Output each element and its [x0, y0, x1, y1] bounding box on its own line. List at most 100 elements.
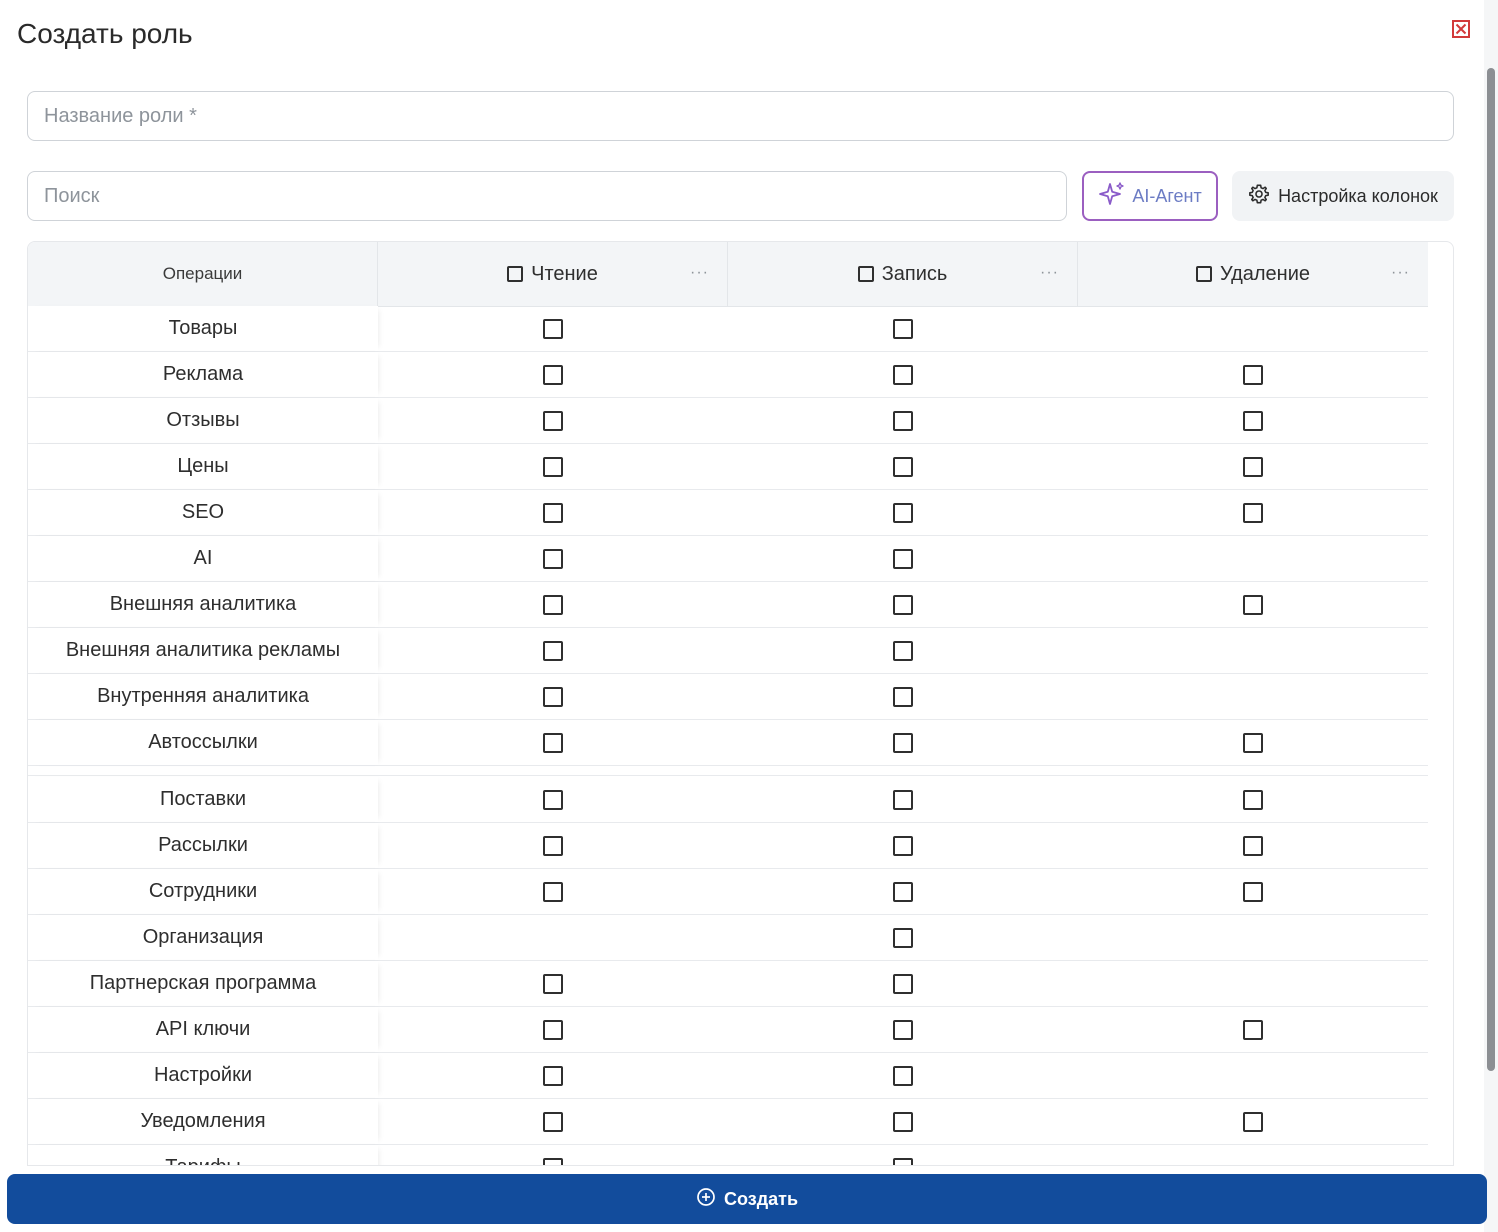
read-checkbox[interactable] — [543, 835, 563, 856]
delete-cell — [1078, 352, 1428, 397]
delete-cell — [1078, 961, 1428, 1006]
table-row: Отзывы — [28, 398, 1428, 444]
write-checkbox[interactable] — [893, 732, 913, 753]
delete-cell — [1078, 777, 1428, 822]
delete-cell — [1078, 1145, 1428, 1165]
read-checkbox[interactable] — [543, 732, 563, 753]
write-cell — [728, 1053, 1078, 1098]
read-cell — [378, 306, 728, 351]
delete-checkbox[interactable] — [1243, 1111, 1263, 1132]
table-row: Сотрудники — [28, 869, 1428, 915]
row-label: API ключи — [28, 1007, 378, 1052]
write-column-menu-icon[interactable]: ··· — [1040, 264, 1059, 282]
write-checkbox[interactable] — [893, 789, 913, 810]
write-cell — [728, 306, 1078, 351]
write-checkbox[interactable] — [893, 973, 913, 994]
write-checkbox[interactable] — [893, 881, 913, 902]
role-name-input[interactable] — [27, 91, 1454, 141]
create-button[interactable]: Создать — [7, 1174, 1487, 1224]
read-checkbox[interactable] — [543, 318, 563, 339]
read-checkbox[interactable] — [543, 686, 563, 707]
read-checkbox[interactable] — [543, 789, 563, 810]
delete-checkbox[interactable] — [1243, 835, 1263, 856]
write-checkbox[interactable] — [893, 456, 913, 477]
table-row: SEO — [28, 490, 1428, 536]
header-delete: Удаление ··· — [1078, 242, 1428, 306]
read-checkbox[interactable] — [543, 1065, 563, 1086]
write-checkbox[interactable] — [893, 1065, 913, 1086]
table-row: Настройки — [28, 1053, 1428, 1099]
row-label: Отзывы — [28, 398, 378, 443]
read-cell — [378, 961, 728, 1006]
write-checkbox[interactable] — [893, 1157, 913, 1165]
delete-checkbox[interactable] — [1243, 1019, 1263, 1040]
read-checkbox[interactable] — [543, 364, 563, 385]
read-cell — [378, 536, 728, 581]
permissions-table: Операции Чтение ··· Запись ··· Удаление … — [27, 241, 1454, 1166]
table-row: Товары — [28, 306, 1428, 352]
write-checkbox[interactable] — [893, 594, 913, 615]
delete-checkbox[interactable] — [1243, 881, 1263, 902]
scrollbar-thumb[interactable] — [1487, 68, 1495, 1071]
write-checkbox[interactable] — [893, 364, 913, 385]
write-checkbox[interactable] — [893, 927, 913, 948]
write-cell — [728, 869, 1078, 914]
read-column-menu-icon[interactable]: ··· — [690, 264, 709, 282]
read-checkbox[interactable] — [543, 548, 563, 569]
read-cell — [378, 674, 728, 719]
delete-cell — [1078, 823, 1428, 868]
read-checkbox[interactable] — [543, 881, 563, 902]
read-checkbox[interactable] — [543, 456, 563, 477]
select-all-delete-checkbox[interactable] — [1195, 266, 1212, 282]
delete-checkbox[interactable] — [1243, 789, 1263, 810]
write-cell — [728, 490, 1078, 535]
read-checkbox[interactable] — [543, 502, 563, 523]
write-checkbox[interactable] — [893, 548, 913, 569]
delete-checkbox[interactable] — [1243, 502, 1263, 523]
read-checkbox[interactable] — [543, 640, 563, 661]
read-cell — [378, 1053, 728, 1098]
column-settings-button[interactable]: Настройка колонок — [1232, 171, 1454, 221]
delete-cell — [1078, 628, 1428, 673]
write-cell — [728, 777, 1078, 822]
read-checkbox[interactable] — [543, 1111, 563, 1132]
write-cell — [728, 1145, 1078, 1165]
write-checkbox[interactable] — [893, 835, 913, 856]
delete-checkbox[interactable] — [1243, 732, 1263, 753]
table-row: Партнерская программа — [28, 961, 1428, 1007]
write-cell — [728, 823, 1078, 868]
read-cell — [378, 869, 728, 914]
write-checkbox[interactable] — [893, 686, 913, 707]
write-checkbox[interactable] — [893, 640, 913, 661]
write-checkbox[interactable] — [893, 1019, 913, 1040]
row-label: Товары — [28, 306, 378, 351]
delete-cell — [1078, 1053, 1428, 1098]
read-checkbox[interactable] — [543, 594, 563, 615]
read-checkbox[interactable] — [543, 973, 563, 994]
select-all-write-checkbox[interactable] — [857, 266, 874, 282]
delete-checkbox[interactable] — [1243, 456, 1263, 477]
read-checkbox[interactable] — [543, 410, 563, 431]
row-label: SEO — [28, 490, 378, 535]
search-input[interactable] — [27, 171, 1067, 221]
delete-checkbox[interactable] — [1243, 594, 1263, 615]
delete-checkbox[interactable] — [1243, 364, 1263, 385]
delete-checkbox[interactable] — [1243, 410, 1263, 431]
write-checkbox[interactable] — [893, 1111, 913, 1132]
read-checkbox[interactable] — [543, 1157, 563, 1165]
table-row: Цены — [28, 444, 1428, 490]
ai-agent-button[interactable]: AI-Агент — [1082, 171, 1218, 221]
delete-cell — [1078, 720, 1428, 765]
delete-cell — [1078, 536, 1428, 581]
delete-column-menu-icon[interactable]: ··· — [1391, 264, 1410, 282]
read-checkbox[interactable] — [543, 1019, 563, 1040]
write-checkbox[interactable] — [893, 502, 913, 523]
write-checkbox[interactable] — [893, 318, 913, 339]
row-label: Организация — [28, 915, 378, 960]
select-all-read-checkbox[interactable] — [507, 266, 524, 282]
table-row: Внутренняя аналитика — [28, 674, 1428, 720]
write-cell — [728, 961, 1078, 1006]
read-cell — [378, 720, 728, 765]
close-icon[interactable] — [1452, 20, 1470, 38]
write-checkbox[interactable] — [893, 410, 913, 431]
